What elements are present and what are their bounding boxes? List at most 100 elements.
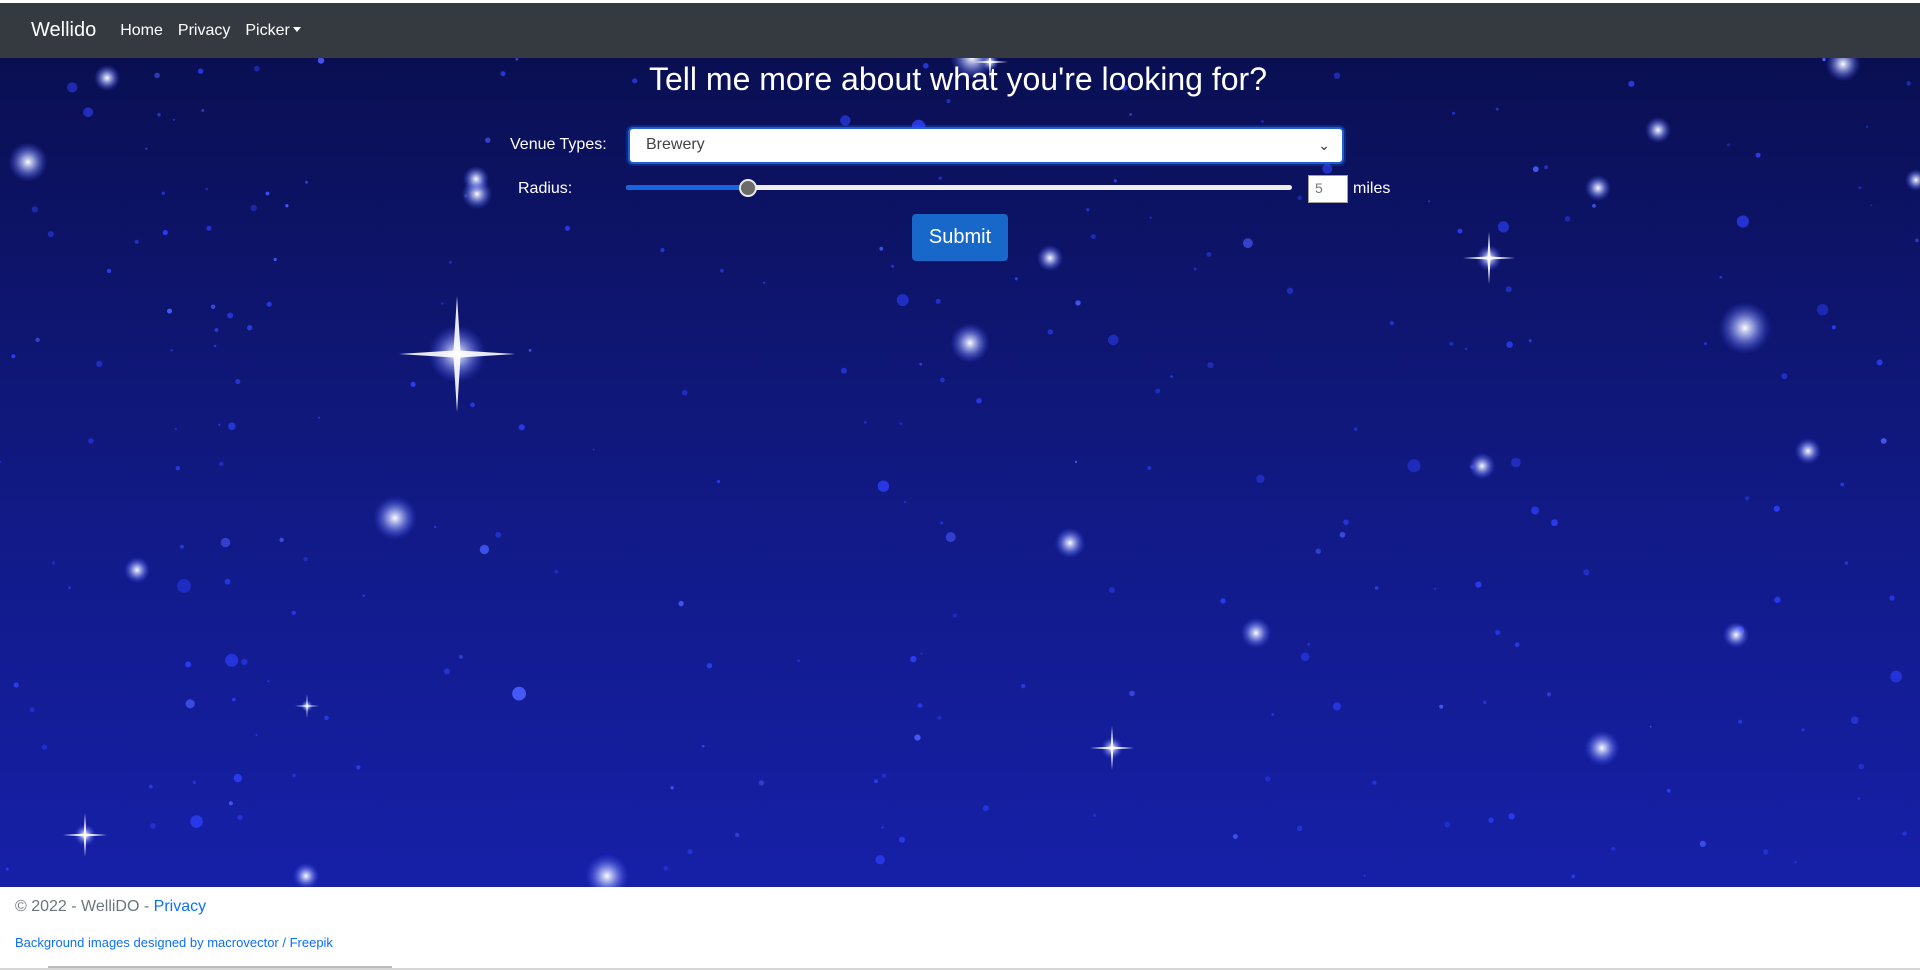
star-dot (1858, 763, 1865, 770)
star-dot (875, 855, 885, 865)
star-dot (1876, 359, 1883, 366)
star-dot (1488, 817, 1494, 823)
nav-home-link[interactable]: Home (120, 22, 163, 40)
star-dot (797, 659, 801, 663)
star-dot (1265, 776, 1271, 782)
star-dot (227, 312, 234, 319)
star-dot (1763, 849, 1769, 855)
star-dot (1511, 457, 1521, 468)
star-dot (201, 109, 205, 112)
star-dot (687, 849, 693, 855)
glowing-star (1905, 169, 1920, 191)
star-dot (185, 661, 192, 668)
star-dot (1433, 587, 1437, 590)
glowing-star (950, 323, 990, 363)
star-dot (660, 248, 665, 253)
star-dot (190, 815, 203, 828)
star-dot (917, 703, 923, 708)
star-dot (758, 780, 765, 786)
radius-label: Radius: (518, 180, 573, 197)
scrollbar-thumb[interactable] (48, 966, 392, 968)
star-dot (1464, 347, 1468, 351)
star-dot (952, 613, 957, 618)
star-dot (512, 686, 526, 701)
star-dot (237, 814, 243, 821)
star-dot (250, 204, 257, 212)
star-dot (1774, 596, 1781, 603)
star-dot (1704, 342, 1707, 346)
star-dot (1699, 840, 1706, 848)
star-dot (1551, 519, 1558, 527)
nav-picker-dropdown[interactable]: Picker (245, 22, 301, 40)
star-dot (317, 416, 321, 419)
star-dot (881, 826, 884, 829)
star-dot (1407, 459, 1421, 473)
glowing-star (1240, 617, 1272, 649)
star-dot (1544, 165, 1549, 170)
star-dot (1233, 834, 1238, 839)
star-dot (228, 801, 233, 806)
star-dot (1592, 204, 1596, 208)
star-dot (1816, 304, 1829, 316)
star-dot (678, 600, 684, 607)
star-dot (228, 422, 236, 431)
star-dot (459, 655, 463, 659)
star-dot (1207, 362, 1214, 369)
star-dot (706, 663, 713, 669)
star-dot (218, 423, 221, 426)
star-dot (1307, 642, 1311, 646)
glowing-star (1722, 621, 1750, 649)
venue-types-select[interactable]: Brewery ⌄ (628, 127, 1344, 164)
star-dot (1850, 716, 1859, 724)
star-dot (945, 532, 956, 543)
star-dot (1857, 797, 1861, 801)
star-dot (763, 281, 766, 284)
main-content: Tell me more about what you're looking f… (0, 58, 1920, 887)
star-dot (1090, 234, 1096, 240)
star-dot (528, 349, 532, 352)
star-dot (1243, 238, 1253, 249)
brand-link[interactable]: Wellido (31, 19, 96, 42)
star-dot (701, 744, 705, 748)
star-dot (1649, 725, 1652, 728)
star-dot (1108, 334, 1119, 346)
navbar: Wellido Home Privacy Picker (0, 3, 1920, 58)
star-dot (1021, 683, 1026, 689)
glowing-star (1036, 244, 1064, 272)
glowing-star (585, 854, 629, 887)
star-dot (31, 206, 39, 213)
star-dot (174, 427, 177, 431)
star-dot (1452, 111, 1456, 115)
star-dot (279, 537, 284, 543)
star-dot (255, 734, 258, 736)
star-dot (1844, 561, 1849, 565)
nav-privacy-link[interactable]: Privacy (178, 22, 230, 40)
glowing-star (462, 165, 490, 193)
radius-slider[interactable] (626, 179, 1292, 197)
radius-unit-label: miles (1353, 180, 1391, 197)
star-dot (1528, 339, 1532, 343)
star-dot (1736, 215, 1749, 228)
star-dot (899, 836, 905, 843)
glowing-star (8, 142, 48, 182)
star-dot (273, 257, 277, 262)
star-dot (840, 367, 847, 374)
radius-slider-thumb[interactable] (739, 179, 758, 197)
star-dot (720, 268, 724, 273)
star-dot (170, 349, 173, 352)
star-dot (940, 377, 945, 383)
star-dot (145, 147, 148, 150)
radius-number-input[interactable]: 5 (1308, 175, 1348, 203)
glowing-star (1794, 437, 1822, 465)
star-dot (210, 304, 216, 310)
star-dot (1457, 228, 1463, 234)
glowing-star (1584, 730, 1620, 766)
star-dot (896, 294, 909, 307)
star-dot (1508, 813, 1515, 820)
star-dot (592, 448, 595, 451)
footer-privacy-link[interactable]: Privacy (154, 898, 206, 915)
star-dot (1506, 341, 1513, 349)
background-credit-link[interactable]: Background images designed by macrovecto… (15, 935, 333, 950)
submit-button[interactable]: Submit (912, 214, 1008, 261)
star-dot (205, 187, 209, 191)
